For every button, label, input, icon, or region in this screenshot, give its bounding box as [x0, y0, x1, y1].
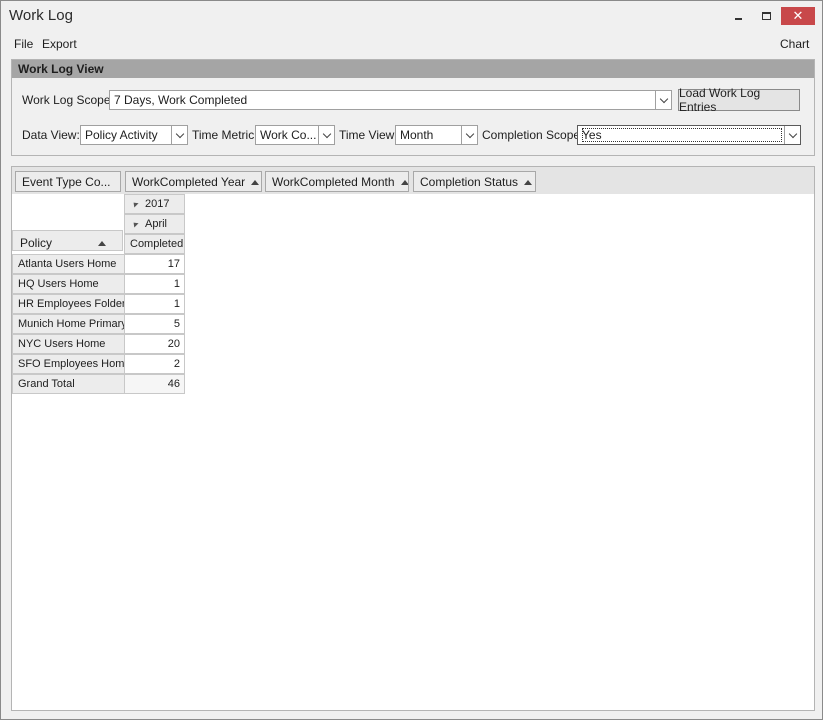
scope-label: Work Log Scope: [22, 93, 114, 107]
field-completion-status[interactable]: Completion Status [413, 171, 536, 192]
completion-scope-dropdown-button[interactable] [784, 126, 800, 144]
chevron-down-icon [322, 129, 331, 138]
menu-export[interactable]: Export [42, 37, 77, 51]
row-header[interactable]: HQ Users Home [12, 274, 125, 294]
data-view-label: Data View: [22, 128, 80, 142]
time-metric-dropdown-button[interactable] [318, 126, 334, 144]
field-label: Event Type Co... [22, 175, 111, 189]
value-cell[interactable]: 1 [124, 274, 185, 294]
pivot-filter-area: Event Type Co... WorkCompleted Year Work… [12, 167, 814, 194]
scope-combo[interactable]: 7 Days, Work Completed [109, 90, 672, 110]
field-label: Completion Status [420, 175, 519, 189]
field-workcompleted-month[interactable]: WorkCompleted Month [265, 171, 409, 192]
maximize-icon [761, 12, 771, 20]
column-header-status[interactable]: Completed [124, 234, 185, 254]
grand-total-header[interactable]: Grand Total [12, 374, 125, 394]
row-header[interactable]: SFO Employees Home [12, 354, 125, 374]
column-header-year[interactable]: 2017 [124, 194, 185, 214]
field-event-type[interactable]: Event Type Co... [15, 171, 121, 192]
close-button[interactable]: ✕ [781, 7, 815, 25]
sort-ascending-icon [400, 180, 408, 185]
data-view-dropdown-button[interactable] [171, 126, 187, 144]
chevron-down-icon [465, 129, 474, 138]
value-cell[interactable]: 2 [124, 354, 185, 374]
work-log-window: Work Log ✕ File Export Chart Work Log Vi… [0, 0, 823, 720]
menu-file[interactable]: File [14, 37, 33, 51]
title-bar[interactable]: Work Log ✕ [1, 1, 822, 32]
minimize-button[interactable] [725, 6, 751, 26]
data-view-combo[interactable]: Policy Activity [80, 125, 188, 145]
chevron-down-icon [659, 94, 668, 103]
value-cell[interactable]: 20 [124, 334, 185, 354]
chevron-down-icon [788, 129, 797, 138]
menu-chart[interactable]: Chart [780, 37, 809, 51]
completion-scope-combo[interactable]: Yes [577, 125, 801, 145]
completion-scope-value: Yes [582, 128, 782, 142]
value-cell[interactable]: 1 [124, 294, 185, 314]
collapse-icon[interactable] [131, 220, 139, 228]
sort-ascending-icon [524, 180, 533, 185]
grand-total-value[interactable]: 46 [124, 374, 185, 394]
collapse-icon[interactable] [131, 200, 139, 208]
field-label: WorkCompleted Year [132, 175, 246, 189]
value-cell[interactable]: 17 [124, 254, 185, 274]
column-header-month[interactable]: April [124, 214, 185, 234]
chevron-down-icon [175, 129, 184, 138]
minimize-icon [734, 18, 742, 20]
row-field-label: Policy [20, 236, 53, 250]
month-label: April [145, 218, 168, 230]
pivot-grid: Event Type Co... WorkCompleted Year Work… [11, 166, 815, 711]
time-view-combo[interactable]: Month [395, 125, 478, 145]
window-title: Work Log [9, 7, 73, 24]
field-workcompleted-year[interactable]: WorkCompleted Year [125, 171, 262, 192]
menu-bar: File Export Chart [2, 34, 821, 56]
row-header[interactable]: Munich Home Primary [12, 314, 125, 334]
group-title: Work Log View [12, 60, 814, 78]
row-header[interactable]: HR Employees Folder [12, 294, 125, 314]
year-label: 2017 [145, 198, 170, 210]
row-field-policy[interactable]: Policy [12, 230, 123, 251]
time-metric-label: Time Metric: [192, 128, 258, 142]
work-log-view-group: Work Log View Work Log Scope: 7 Days, Wo… [11, 59, 815, 156]
value-cell[interactable]: 5 [124, 314, 185, 334]
field-label: WorkCompleted Month [272, 175, 395, 189]
load-work-log-entries-button[interactable]: Load Work Log Entries [678, 86, 800, 114]
close-icon: ✕ [792, 8, 804, 23]
row-header[interactable]: Atlanta Users Home [12, 254, 125, 274]
maximize-button[interactable] [753, 6, 779, 26]
scope-dropdown-button[interactable] [655, 91, 671, 109]
scope-value: 7 Days, Work Completed [114, 93, 248, 107]
sort-ascending-icon [251, 180, 260, 185]
time-view-label: Time View: [339, 128, 398, 142]
time-metric-combo[interactable]: Work Co... [255, 125, 335, 145]
row-header[interactable]: NYC Users Home [12, 334, 125, 354]
sort-ascending-icon [98, 241, 107, 246]
time-view-dropdown-button[interactable] [461, 126, 477, 144]
completion-scope-label: Completion Scope: [482, 128, 584, 142]
